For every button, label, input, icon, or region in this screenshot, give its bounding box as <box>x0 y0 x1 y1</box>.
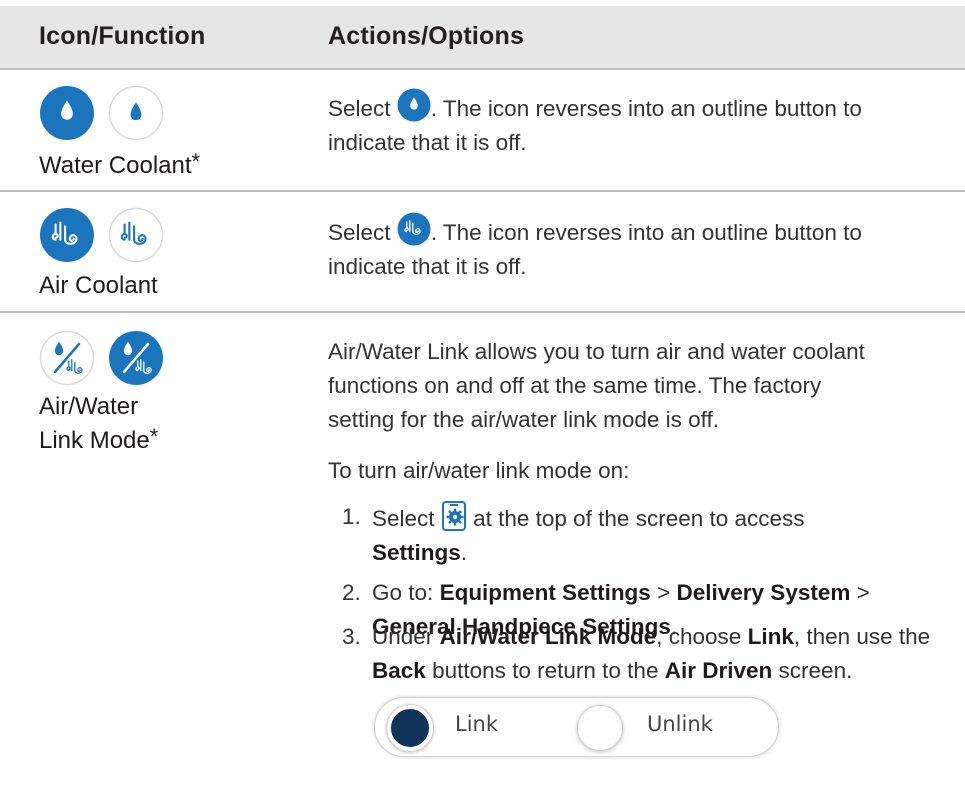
function-label-air-water-link-mode: Air/Water Link Mode* <box>39 393 159 454</box>
link-option-selected[interactable] <box>387 705 433 751</box>
function-label-air-coolant: Air Coolant <box>39 272 158 299</box>
step-number: 3. <box>342 624 361 649</box>
row-rule <box>0 190 965 192</box>
link-unlink-toggle[interactable]: Link Unlink <box>374 697 779 757</box>
settings-tablet-icon <box>441 501 466 531</box>
air-swirl-outline-icon <box>108 207 164 263</box>
water-drop-outline-icon <box>108 85 164 141</box>
link-mode-description: Air/Water Link allows you to turn air an… <box>328 339 865 432</box>
water-drop-filled-icon <box>40 86 94 140</box>
air-swirl-filled-icon <box>397 212 431 246</box>
column-header-actions-options: Actions/Options <box>328 22 525 50</box>
air-water-link-outline-icon <box>39 330 95 386</box>
column-header-icon-function: Icon/Function <box>39 22 206 50</box>
document-page: Icon/Function Actions/Options Water Cool… <box>0 0 965 801</box>
unlink-option[interactable] <box>577 705 623 751</box>
water-drop-filled-icon <box>397 88 431 122</box>
step-number: 2. <box>342 580 361 605</box>
step-1-text: Select at the top of the screen to acces… <box>372 500 932 570</box>
function-label-water-coolant: Water Coolant* <box>39 149 201 179</box>
steps-intro: To turn air/water link mode on: <box>328 458 630 483</box>
unlink-option-label: Unlink <box>647 712 713 736</box>
step-3-text: Under Air/Water Link Mode, choose Link, … <box>372 624 931 683</box>
air-swirl-filled-icon <box>40 208 94 262</box>
action-text-water-coolant: Select . The icon reverses into an outli… <box>328 88 943 160</box>
row-rule <box>0 311 965 313</box>
action-text-air-coolant: Select . The icon reverses into an outli… <box>328 212 943 284</box>
air-water-link-filled-icon <box>109 331 163 385</box>
header-rule <box>0 68 965 70</box>
link-option-label: Link <box>455 712 499 736</box>
step-number: 1. <box>342 504 361 529</box>
